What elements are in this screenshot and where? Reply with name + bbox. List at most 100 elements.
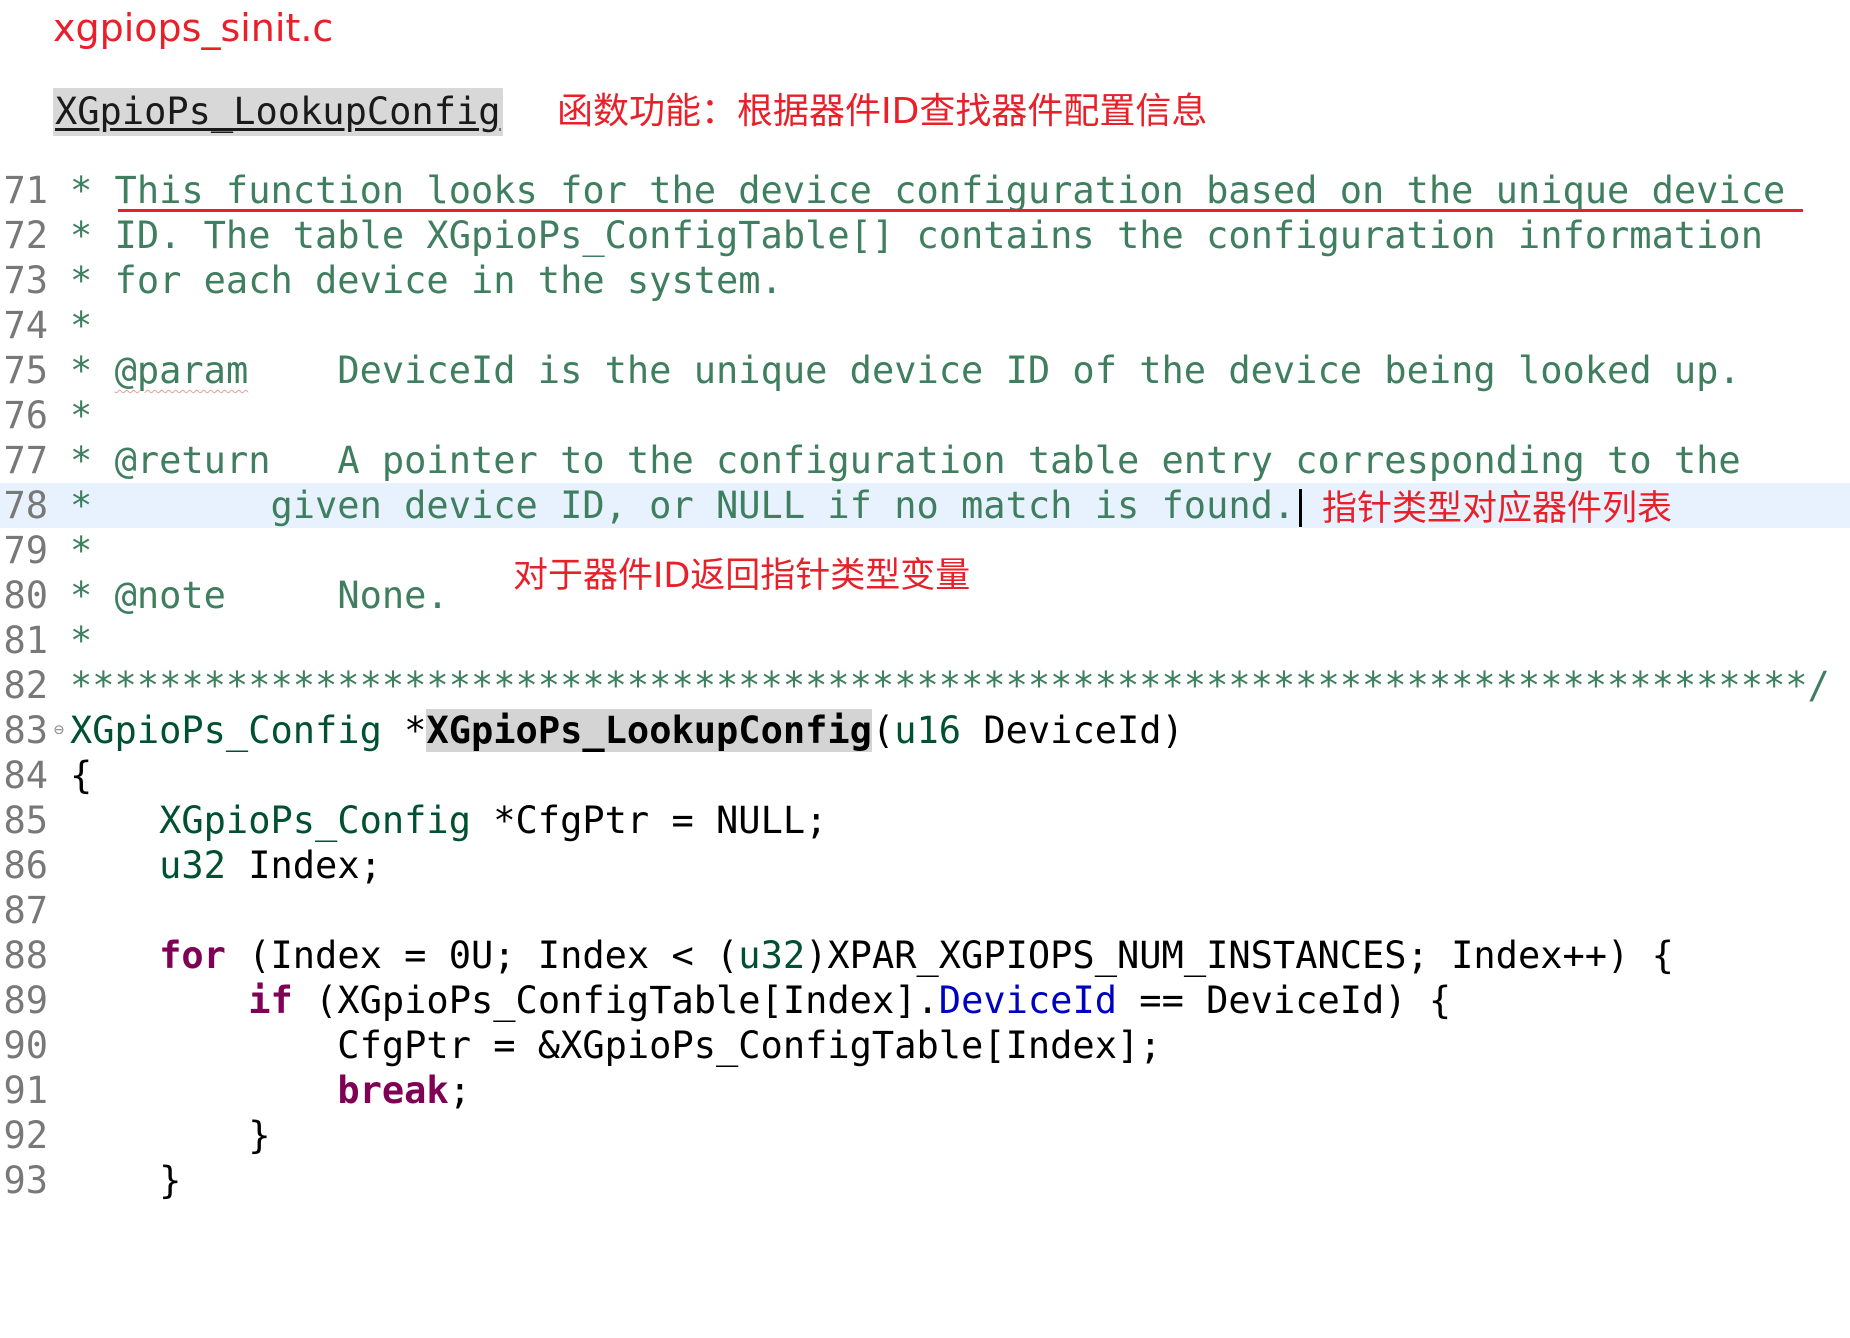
type-token: u32 bbox=[159, 844, 226, 887]
line-number: 85 bbox=[3, 799, 48, 842]
code-line[interactable]: 74 * bbox=[0, 303, 1850, 348]
code-line[interactable]: 93 } bbox=[0, 1158, 1850, 1203]
comment-body: A pointer to the configuration table ent… bbox=[270, 439, 1741, 482]
line-number: 80 bbox=[3, 574, 48, 617]
comment-text: * @param DeviceId is the unique device I… bbox=[70, 348, 1741, 393]
line-number: 87 bbox=[3, 889, 48, 932]
code-text: { bbox=[70, 754, 93, 797]
code-token: ( bbox=[871, 709, 895, 752]
code-text: u32 Index; bbox=[70, 843, 382, 888]
keyword-token: for bbox=[159, 934, 226, 977]
code-line[interactable]: 87 bbox=[0, 888, 1850, 933]
function-signature: XGpioPs_Config *XGpioPs_LookupConfig(u16… bbox=[70, 708, 1184, 753]
code-line[interactable]: 81 * bbox=[0, 618, 1850, 663]
code-text: CfgPtr = &XGpioPs_ConfigTable[Index]; bbox=[70, 1024, 1162, 1067]
comment-text: * This function looks for the device con… bbox=[70, 169, 1786, 212]
line-number: 90 bbox=[3, 1024, 48, 1067]
line-number: 89 bbox=[3, 979, 48, 1022]
code-text: for (Index = 0U; Index < (u32)XPAR_XGPIO… bbox=[70, 933, 1674, 978]
line-number: 81 bbox=[3, 619, 48, 662]
code-line[interactable]: 89 if (XGpioPs_ConfigTable[Index].Device… bbox=[0, 978, 1850, 1023]
line-number: 82 bbox=[3, 664, 48, 707]
text-cursor bbox=[1299, 488, 1303, 527]
code-line[interactable]: 92 } bbox=[0, 1113, 1850, 1158]
comment-prefix: * bbox=[70, 439, 115, 482]
code-line[interactable]: 85 XGpioPs_Config *CfgPtr = NULL; bbox=[0, 798, 1850, 843]
code-text: if (XGpioPs_ConfigTable[Index].DeviceId … bbox=[70, 978, 1451, 1023]
type-token: u32 bbox=[738, 934, 806, 977]
code-line[interactable]: 71 * This function looks for the device … bbox=[0, 168, 1850, 213]
code-line[interactable]: 75 * @param DeviceId is the unique devic… bbox=[0, 348, 1850, 393]
line-number: 86 bbox=[3, 844, 48, 887]
line-number: 92 bbox=[3, 1114, 48, 1157]
comment-body: DeviceId is the unique device ID of the … bbox=[248, 349, 1741, 392]
comment-text: * bbox=[70, 394, 93, 437]
code-line[interactable]: 88 for (Index = 0U; Index < (u32)XPAR_XG… bbox=[0, 933, 1850, 978]
code-token: ; bbox=[448, 1069, 471, 1112]
line-number: 84 bbox=[3, 754, 48, 797]
comment-text: * ID. The table XGpioPs_ConfigTable[] co… bbox=[70, 214, 1763, 257]
code-line[interactable]: 82 *************************************… bbox=[0, 663, 1850, 708]
comment-text: * bbox=[70, 304, 93, 347]
line-number: 75 bbox=[3, 349, 48, 392]
code-token: (Index = 0U; Index < ( bbox=[225, 934, 739, 977]
code-line[interactable]: 76 * bbox=[0, 393, 1850, 438]
comment-prefix: * bbox=[70, 349, 115, 392]
code-line[interactable]: 77 * @return A pointer to the configurat… bbox=[0, 438, 1850, 483]
line-number: 72 bbox=[3, 214, 48, 257]
code-editor[interactable]: 71 * This function looks for the device … bbox=[0, 168, 1850, 1203]
line-number: 71 bbox=[3, 169, 48, 212]
comment-text: * for each device in the system. bbox=[70, 259, 783, 302]
comment-prefix: * bbox=[70, 574, 115, 617]
code-token: Index; bbox=[225, 844, 382, 887]
comment-text: * bbox=[70, 619, 93, 662]
code-token: *CfgPtr = NULL; bbox=[470, 799, 828, 842]
comment-text: * bbox=[70, 529, 93, 572]
code-line[interactable]: 72 * ID. The table XGpioPs_ConfigTable[]… bbox=[0, 213, 1850, 258]
function-description-annotation: 函数功能：根据器件ID查找器件配置信息 bbox=[557, 91, 1208, 132]
comment-text: ****************************************… bbox=[70, 664, 1830, 707]
type-token: XGpioPs_Config bbox=[159, 799, 471, 842]
code-line[interactable]: 86 u32 Index; bbox=[0, 843, 1850, 888]
code-line[interactable]: 91 break; bbox=[0, 1068, 1850, 1113]
line-number: 88 bbox=[3, 934, 48, 977]
code-token: * bbox=[381, 709, 427, 752]
code-token: DeviceId) bbox=[961, 709, 1184, 752]
line-number: 77 bbox=[3, 439, 48, 482]
javadoc-return-tag: @return bbox=[114, 439, 271, 482]
param-annotation: 对于器件ID返回指针类型变量 bbox=[513, 556, 971, 596]
line-number: 73 bbox=[3, 259, 48, 302]
function-name-highlight[interactable]: XGpioPs_LookupConfig bbox=[426, 709, 872, 752]
code-text: } bbox=[70, 1159, 182, 1202]
line-number: 78 bbox=[3, 484, 48, 527]
line-number: 93 bbox=[3, 1159, 48, 1202]
code-line[interactable]: 73 * for each device in the system. bbox=[0, 258, 1850, 303]
comment-text: * @note None. bbox=[70, 573, 449, 618]
line-number: 74 bbox=[3, 304, 48, 347]
line-number: 91 bbox=[3, 1069, 48, 1112]
comment-body: * given device ID, or NULL if no match i… bbox=[70, 484, 1296, 527]
code-line[interactable]: 90 CfgPtr = &XGpioPs_ConfigTable[Index]; bbox=[0, 1023, 1850, 1068]
annotation-underline bbox=[118, 209, 1803, 212]
line-number: 76 bbox=[3, 394, 48, 437]
return-annotation: 指针类型对应器件列表 bbox=[1322, 489, 1673, 529]
comment-text: * @return A pointer to the configuration… bbox=[70, 438, 1741, 483]
code-text: XGpioPs_Config *CfgPtr = NULL; bbox=[70, 798, 827, 843]
comment-text: * given device ID, or NULL if no match i… bbox=[70, 483, 1303, 528]
fold-collapse-icon[interactable]: ⊖ bbox=[48, 708, 70, 753]
comment-body: None. bbox=[225, 574, 449, 617]
javadoc-note-tag: @note bbox=[114, 574, 226, 617]
code-text: } bbox=[70, 1114, 271, 1157]
code-token: (XGpioPs_ConfigTable[Index]. bbox=[292, 979, 939, 1022]
javadoc-param-tag: @param bbox=[114, 349, 249, 392]
line-number: 79 bbox=[3, 529, 48, 572]
code-line[interactable]: 84 { bbox=[0, 753, 1850, 798]
file-title: xgpiops_sinit.c bbox=[53, 6, 334, 50]
keyword-token: break bbox=[337, 1069, 449, 1112]
code-line[interactable]: 83 ⊖ XGpioPs_Config *XGpioPs_LookupConfi… bbox=[0, 708, 1850, 753]
